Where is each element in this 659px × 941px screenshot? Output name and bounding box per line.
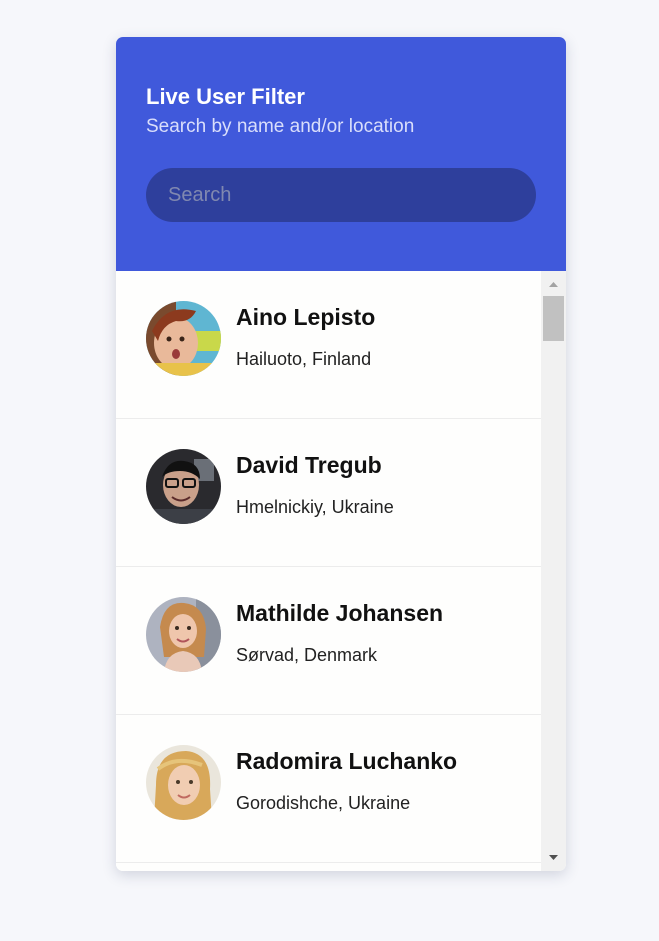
scroll-down-arrow-icon[interactable] bbox=[541, 849, 566, 867]
avatar bbox=[146, 597, 221, 672]
list-scrollbar[interactable] bbox=[541, 271, 566, 871]
user-list-container: Aino Lepisto Hailuoto, Finland David Tre… bbox=[116, 271, 566, 871]
user-name: David Tregub bbox=[236, 452, 382, 478]
search-input[interactable] bbox=[146, 168, 536, 222]
search-box bbox=[146, 168, 536, 222]
list-item[interactable]: Mathilde Johansen Sørvad, Denmark bbox=[116, 567, 541, 715]
user-name: Radomira Luchanko bbox=[236, 748, 458, 774]
page-subtitle: Search by name and/or location bbox=[146, 116, 415, 137]
list-item[interactable]: Radomira Luchanko Gorodishche, Ukraine bbox=[116, 715, 541, 863]
user-list[interactable]: Aino Lepisto Hailuoto, Finland David Tre… bbox=[116, 271, 541, 871]
user-location: Hmelnickiy, Ukraine bbox=[236, 497, 394, 517]
user-location: Sørvad, Denmark bbox=[236, 645, 378, 665]
page-title: Live User Filter bbox=[146, 84, 305, 109]
user-name: Aino Lepisto bbox=[236, 304, 376, 330]
list-item[interactable]: David Tregub Hmelnickiy, Ukraine bbox=[116, 419, 541, 567]
user-name: Mathilde Johansen bbox=[236, 600, 444, 626]
scroll-up-arrow-icon[interactable] bbox=[541, 275, 566, 293]
user-location: Gorodishche, Ukraine bbox=[236, 793, 411, 813]
list-item[interactable]: Aino Lepisto Hailuoto, Finland bbox=[116, 271, 541, 419]
avatar bbox=[146, 745, 221, 820]
user-location: Hailuoto, Finland bbox=[236, 349, 372, 369]
scroll-thumb[interactable] bbox=[543, 296, 564, 341]
avatar bbox=[146, 301, 221, 376]
avatar bbox=[146, 449, 221, 524]
filter-header: Live User Filter Search by name and/or l… bbox=[116, 37, 566, 271]
user-filter-card: Live User Filter Search by name and/or l… bbox=[116, 37, 566, 871]
